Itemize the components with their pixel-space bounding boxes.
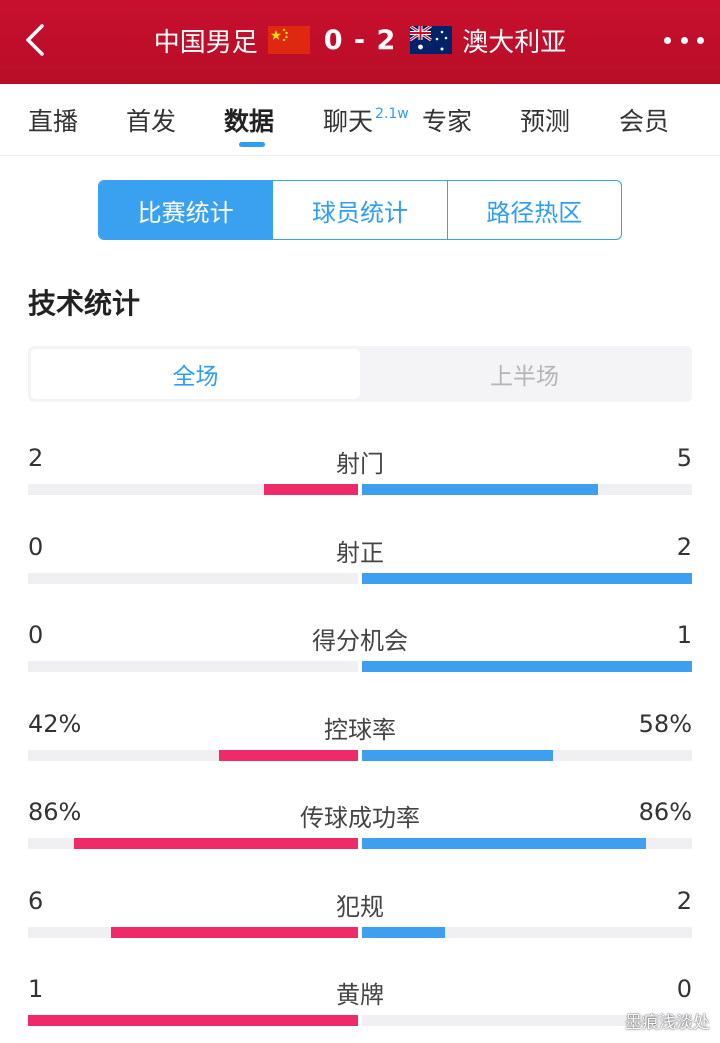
home-stat-bar: [28, 1015, 358, 1026]
australia-flag-icon: [410, 26, 453, 54]
tab-live[interactable]: 直播: [28, 102, 78, 138]
away-stat-bar: [362, 572, 692, 584]
away-stat-track: [362, 838, 692, 849]
away-stat-track: [362, 484, 692, 495]
away-stat-bar: [362, 661, 692, 672]
away-stat-track: [362, 749, 692, 761]
home-stat-track: [28, 838, 358, 849]
tab-chat[interactable]: 聊天 2.1w: [323, 102, 409, 138]
match-header: 中国男足 0 - 2 澳大利亚: [0, 0, 720, 84]
tab-membership[interactable]: 会员: [619, 102, 669, 138]
stat-label: 犯规: [336, 892, 384, 921]
away-stat-value: 5: [676, 444, 692, 472]
away-stat-bar: [362, 926, 445, 938]
home-stat-bar: [263, 484, 358, 495]
stat-row: 42% 控球率 58%: [28, 710, 692, 770]
match-score: 0 - 2: [323, 24, 397, 56]
home-stat-track: [28, 926, 358, 938]
stat-label: 射正: [336, 538, 384, 567]
stat-label: 射门: [336, 450, 384, 478]
home-stat-track: [28, 572, 358, 584]
home-stat-bar: [219, 749, 358, 761]
home-stat-track: [28, 749, 358, 761]
tab-data[interactable]: 数据: [224, 102, 274, 138]
section-title: 技术统计: [28, 287, 141, 320]
stat-row: 6 犯规 2: [28, 887, 692, 947]
away-stat-track: [362, 926, 692, 938]
away-stat-value: 58%: [638, 709, 692, 738]
segment-match-stats[interactable]: 比赛统计: [99, 181, 273, 239]
away-team-name: 澳大利亚: [462, 27, 567, 58]
period-first-half[interactable]: 上半场: [360, 349, 689, 399]
more-dots-icon: [697, 36, 704, 44]
home-stat-bar: [74, 838, 358, 849]
stat-row: 2 射门 5: [28, 444, 692, 504]
away-stat-value: 1: [676, 621, 692, 649]
stat-row: 86% 传球成功率 86%: [28, 798, 692, 858]
match-summary: 中国男足 0 - 2 澳大利亚: [0, 20, 720, 60]
home-stat-track: [28, 1015, 358, 1026]
tab-experts[interactable]: 专家: [422, 102, 472, 138]
home-stat-bar: [110, 926, 358, 938]
more-button[interactable]: [664, 26, 704, 54]
tab-lineup[interactable]: 首发: [126, 102, 176, 138]
away-stat-bar: [362, 484, 598, 495]
chat-count-badge: 2.1w: [375, 106, 409, 122]
away-stat-bar: [362, 838, 646, 849]
stat-label: 控球率: [324, 715, 396, 744]
home-team-name: 中国男足: [153, 27, 258, 58]
china-flag-icon: [267, 26, 310, 54]
more-dots-icon: [664, 36, 671, 44]
watermark: 墨痕浅淡处: [625, 1013, 710, 1033]
segment-player-stats[interactable]: 球员统计: [272, 181, 446, 239]
away-stat-bar: [362, 749, 554, 761]
tab-prediction[interactable]: 预测: [520, 102, 570, 138]
stat-row: 0 得分机会 1: [28, 621, 692, 681]
stat-row: 1 黄牌 0: [28, 975, 692, 1035]
stat-label: 传球成功率: [300, 804, 420, 832]
period-full-match[interactable]: 全场: [31, 349, 360, 399]
home-stat-track: [28, 484, 358, 495]
away-stat-value: 2: [676, 532, 692, 561]
stat-label: 黄牌: [336, 981, 384, 1009]
away-stat-value: 0: [676, 975, 692, 1003]
segment-heatmap[interactable]: 路径热区: [446, 181, 621, 239]
active-tab-indicator: [239, 142, 265, 147]
home-stat-track: [28, 661, 358, 672]
away-stat-track: [362, 572, 692, 584]
away-stat-value: 86%: [638, 798, 692, 826]
away-stat-value: 2: [676, 886, 692, 915]
stat-row: 0 射正 2: [28, 533, 692, 593]
main-tabs: 直播 首发 数据 聊天 2.1w 专家 预测 会员: [0, 84, 720, 156]
more-dots-icon: [680, 36, 688, 44]
period-switch: 全场 上半场: [28, 346, 692, 402]
stats-type-segment: 比赛统计 球员统计 路径热区: [98, 180, 622, 240]
stat-label: 得分机会: [312, 627, 408, 655]
away-stat-track: [362, 661, 692, 672]
